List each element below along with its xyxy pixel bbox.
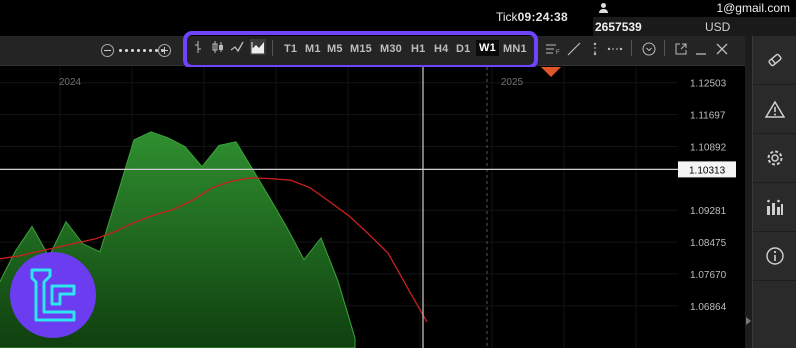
more-tools-dropdown-icon[interactable] (641, 42, 657, 56)
trend-line-icon[interactable] (566, 42, 582, 56)
indicators-icon[interactable] (753, 183, 796, 232)
time-axis-label: 2024 (59, 77, 82, 88)
detach-window-icon[interactable] (673, 42, 689, 56)
time-axis-label: 2025 (501, 77, 524, 88)
expand-arrow-icon[interactable] (746, 317, 751, 325)
account-panel[interactable]: 1@gmail.com 2657539 USD (593, 0, 796, 36)
warning-icon[interactable] (753, 85, 796, 134)
toolbar-divider (631, 40, 632, 56)
user-icon (599, 3, 608, 13)
price-axis-label: 1.06864 (690, 302, 727, 313)
account-id: 2657539 (595, 20, 642, 34)
clock-time: 09:24:38 (517, 10, 568, 24)
price-axis-label: 1.11697 (690, 111, 726, 122)
indicator-menu-icon[interactable]: F (545, 42, 561, 56)
vertical-line-icon[interactable] (587, 42, 603, 56)
panel-collapse-gutter[interactable] (745, 36, 752, 348)
svg-text:F: F (556, 50, 560, 55)
crosshair-price-label: 1.10313 (689, 165, 726, 176)
price-axis-label: 1.10892 (690, 142, 727, 153)
horizontal-line-icon[interactable] (607, 42, 623, 56)
price-chart[interactable]: 1.12503 1.11697 1.10892 1.09281 1.08475 1.076… (0, 67, 745, 348)
settings-gear-icon[interactable] (753, 134, 796, 183)
right-sidebar (752, 36, 796, 348)
eraser-icon[interactable] (753, 36, 796, 85)
brand-logo (10, 252, 96, 338)
tick-clock: Tick09:24:38 (496, 10, 568, 24)
price-axis-label: 1.09281 (690, 206, 727, 217)
minimize-icon[interactable] (693, 42, 709, 56)
close-icon[interactable] (714, 42, 730, 56)
timeframe-selector-highlight (183, 31, 538, 69)
account-email-row: 1@gmail.com (593, 0, 796, 17)
price-axis-label: 1.07670 (690, 270, 727, 281)
clock-prefix: Tick (496, 10, 518, 24)
info-icon[interactable] (753, 232, 796, 281)
zoom-in-icon[interactable] (158, 44, 171, 57)
account-currency: USD (705, 20, 731, 34)
account-email: 1@gmail.com (716, 1, 790, 15)
zoom-out-icon[interactable] (101, 44, 114, 57)
price-axis-label: 1.12503 (690, 79, 727, 90)
price-axis-label: 1.08475 (690, 238, 727, 249)
toolbar-divider (664, 40, 665, 56)
sidebar-empty-slot (753, 281, 796, 348)
